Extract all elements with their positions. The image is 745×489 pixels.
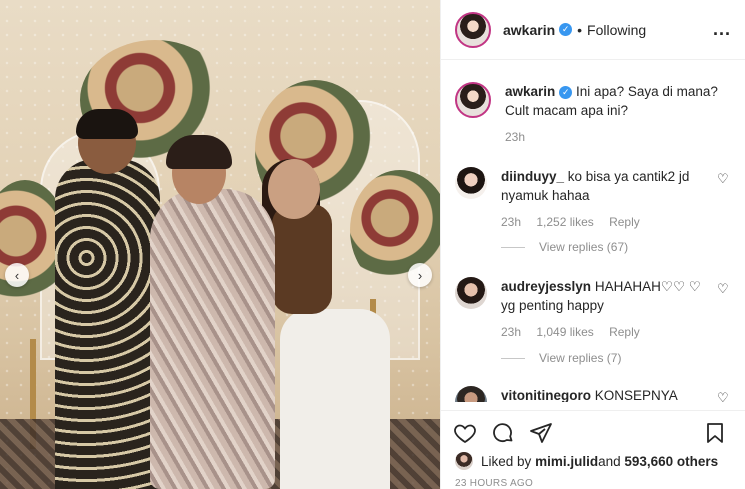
comment-body: diinduyy_ ko bisa ya cantik2 jd nyamuk h… (501, 167, 709, 232)
person-left-body (55, 159, 160, 489)
comment-meta: 23h 1,049 likes Reply (501, 323, 709, 342)
prev-image-button[interactable]: ‹ (5, 263, 29, 287)
person-left-hair (76, 109, 138, 139)
comments-list: awkarin ✓ Ini apa? Saya di mana? Cult mac… (455, 72, 731, 402)
likes-count[interactable]: 593,660 others (624, 454, 718, 469)
likes-summary: Liked by mimi.julid and 593,660 others (455, 452, 718, 470)
comment-username[interactable]: audreyjesslyn (501, 279, 591, 294)
next-image-button[interactable]: › (408, 263, 432, 287)
comment-item: audreyjesslyn HAHAHAH♡♡ ♡ yg penting hap… (455, 277, 731, 342)
caption-username[interactable]: awkarin (505, 84, 555, 99)
comment-likes[interactable]: 1,252 likes (536, 215, 593, 229)
share-icon (530, 423, 552, 443)
caption-body: awkarin ✓ Ini apa? Saya di mana? Cult mac… (505, 82, 731, 147)
replies-divider (501, 246, 525, 248)
comment-text: KONSEPNYA (594, 388, 678, 402)
reply-button[interactable]: Reply (609, 325, 640, 339)
bookmark-icon (707, 423, 723, 443)
comment-body: audreyjesslyn HAHAHAH♡♡ ♡ yg penting hap… (501, 277, 709, 342)
comment-item: diinduyy_ ko bisa ya cantik2 jd nyamuk h… (455, 167, 731, 232)
comment-icon (493, 423, 513, 443)
share-button[interactable] (529, 421, 553, 445)
author-avatar[interactable] (455, 11, 491, 48)
view-replies-label: View replies (7) (539, 351, 622, 365)
chevron-right-icon: › (417, 267, 423, 283)
person-right-skirt (280, 309, 390, 489)
liker-username[interactable]: mimi.julid (535, 454, 598, 469)
post-header: awkarin ✓ • Following ... (441, 0, 745, 60)
view-replies-button[interactable]: View replies (7) (501, 351, 621, 365)
view-replies-button[interactable]: View replies (67) (501, 240, 628, 254)
caption-avatar[interactable] (455, 82, 491, 118)
separator-dot: • (577, 21, 583, 38)
likes-middle: and (598, 453, 621, 469)
like-comment-icon[interactable]: ♡ (717, 390, 731, 402)
post-timestamp[interactable]: 23 HOURS AGO (455, 478, 533, 489)
person-right-top (272, 204, 332, 314)
comment-body: vitonitinegoro KONSEPNYA (501, 386, 709, 402)
verified-icon: ✓ (559, 85, 573, 99)
comment-meta: 23h 1,252 likes Reply (501, 213, 709, 232)
author-username[interactable]: awkarin (503, 22, 555, 38)
following-button[interactable]: Following (587, 22, 646, 38)
likes-prefix: Liked by (481, 453, 532, 469)
comment-likes[interactable]: 1,049 likes (536, 325, 593, 339)
liker-avatar[interactable] (455, 452, 473, 470)
like-comment-icon[interactable]: ♡ (717, 281, 731, 296)
commenter-avatar[interactable] (455, 386, 487, 402)
post-image[interactable]: ‹ › (0, 0, 440, 489)
like-button[interactable] (453, 421, 477, 445)
caption: awkarin ✓ Ini apa? Saya di mana? Cult mac… (455, 82, 731, 147)
chevron-left-icon: ‹ (14, 267, 20, 283)
action-bar (441, 410, 745, 455)
comment-time: 23h (501, 325, 522, 339)
commenter-avatar[interactable] (455, 167, 487, 199)
person-center-dress (150, 189, 275, 489)
commenter-avatar[interactable] (455, 277, 487, 309)
heart-icon (454, 424, 476, 444)
comment-username[interactable]: diinduyy_ (501, 169, 564, 184)
comment-item: vitonitinegoro KONSEPNYA ♡ (455, 386, 731, 402)
comment-button[interactable] (491, 421, 515, 445)
view-replies-label: View replies (67) (539, 240, 629, 254)
verified-icon: ✓ (559, 23, 573, 36)
comment-time: 23h (501, 215, 522, 229)
caption-meta: 23h (505, 128, 731, 147)
more-options-icon[interactable]: ... (713, 19, 731, 40)
caption-time: 23h (505, 130, 526, 144)
reply-button[interactable]: Reply (609, 215, 640, 229)
post-side-panel: awkarin ✓ • Following ... awkarin ✓ Ini a… (440, 0, 745, 489)
comment-username[interactable]: vitonitinegoro (501, 388, 591, 402)
like-comment-icon[interactable]: ♡ (717, 171, 731, 186)
replies-divider (501, 357, 525, 359)
person-right-head (268, 159, 320, 219)
save-button[interactable] (703, 421, 727, 445)
